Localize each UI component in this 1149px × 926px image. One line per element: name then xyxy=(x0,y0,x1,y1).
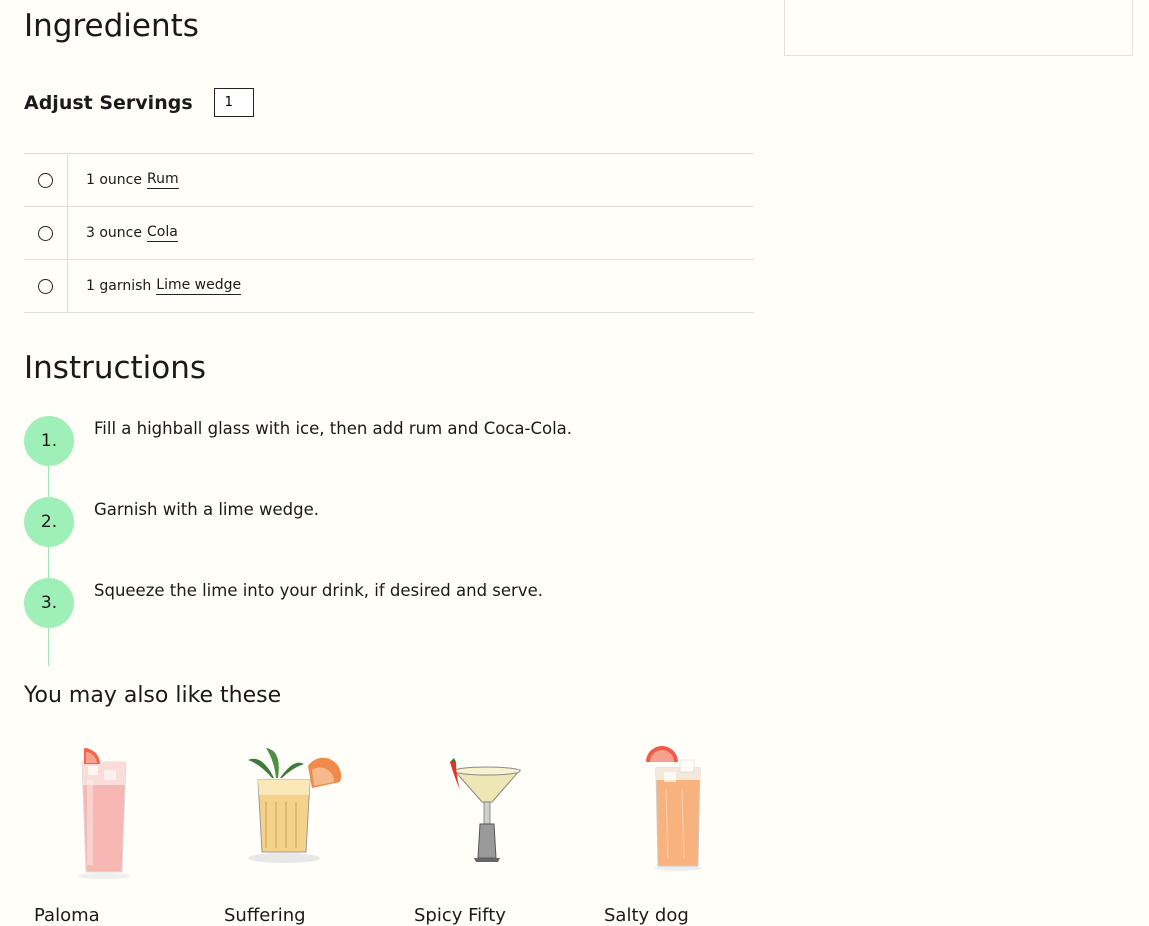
ingredient-row: 1 garnish Lime wedge xyxy=(24,260,754,313)
ingredient-row: 1 ounce Rum xyxy=(24,154,754,207)
related-card-salty-dog[interactable]: Salty dog xyxy=(594,740,764,926)
ingredients-heading: Ingredients xyxy=(24,8,199,44)
step-number-badge: 3. xyxy=(24,578,74,628)
step-text: Fill a highball glass with ice, then add… xyxy=(94,419,573,438)
step-number-badge: 2. xyxy=(24,497,74,547)
adjust-servings-label: Adjust Servings xyxy=(24,91,193,114)
step-text: Garnish with a lime wedge. xyxy=(94,500,319,519)
ingredient-link-rum[interactable]: Rum xyxy=(146,171,179,189)
ingredient-checkbox[interactable] xyxy=(24,260,68,312)
steps-timeline-line xyxy=(48,440,49,666)
related-card-title[interactable]: Spicy Fifty xyxy=(414,905,506,926)
related-card-spicy-fifty[interactable]: Spicy Fifty xyxy=(404,740,574,926)
ingredient-row: 3 ounce Cola xyxy=(24,207,754,260)
ingredient-list: 1 ounce Rum 3 ounce Cola 1 garnish Lime … xyxy=(24,153,754,313)
ingredient-checkbox[interactable] xyxy=(24,154,68,206)
ingredient-qty: 1 ounce xyxy=(86,172,142,188)
related-heading: You may also like these xyxy=(24,683,282,708)
radio-circle-icon[interactable] xyxy=(38,278,53,294)
ingredient-qty: 3 ounce xyxy=(86,225,142,241)
ingredient-checkbox[interactable] xyxy=(24,207,68,259)
radio-circle-icon[interactable] xyxy=(38,225,53,241)
suffering-drink-image[interactable] xyxy=(214,740,374,880)
servings-input[interactable] xyxy=(213,88,254,117)
step-text: Squeeze the lime into your drink, if des… xyxy=(94,581,543,600)
adjust-servings: Adjust Servings xyxy=(24,88,254,117)
instruction-step: 3. Squeeze the lime into your drink, if … xyxy=(24,578,543,628)
paloma-drink-image[interactable] xyxy=(24,740,184,880)
related-card-title[interactable]: Paloma xyxy=(34,905,100,926)
ingredient-link-cola[interactable]: Cola xyxy=(146,224,178,242)
instruction-step: 2. Garnish with a lime wedge. xyxy=(24,497,319,547)
related-card-suffering[interactable]: Suffering xyxy=(214,740,384,926)
ingredient-link-lime-wedge[interactable]: Lime wedge xyxy=(156,277,242,295)
sidebar-panel xyxy=(784,0,1133,56)
related-card-title[interactable]: Salty dog xyxy=(604,905,689,926)
step-number-badge: 1. xyxy=(24,416,74,466)
radio-circle-icon[interactable] xyxy=(38,172,53,188)
instructions-heading: Instructions xyxy=(24,350,207,386)
spicy-fifty-drink-image[interactable] xyxy=(404,740,564,880)
ingredient-qty: 1 garnish xyxy=(86,278,152,294)
related-card-paloma[interactable]: Paloma xyxy=(24,740,194,926)
salty-dog-drink-image[interactable] xyxy=(594,740,754,880)
related-card-title[interactable]: Suffering xyxy=(224,905,306,926)
instruction-step: 1. Fill a highball glass with ice, then … xyxy=(24,416,572,466)
